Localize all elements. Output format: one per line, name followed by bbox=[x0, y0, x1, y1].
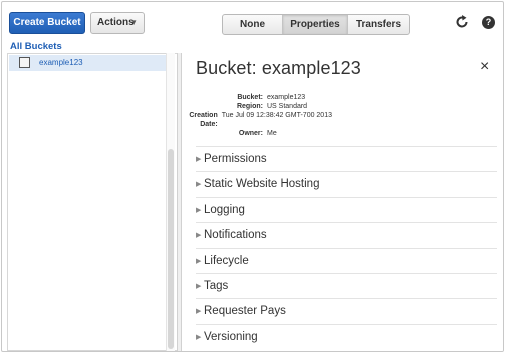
meta-value: Me bbox=[267, 130, 277, 137]
section-label: Lifecycle bbox=[204, 254, 249, 267]
triangle-right-icon: ▶ bbox=[196, 308, 202, 316]
bucket-name: example123 bbox=[39, 58, 83, 67]
properties-panel: Bucket: example123 × Bucket: example123 … bbox=[182, 53, 503, 351]
close-icon[interactable]: × bbox=[480, 58, 489, 76]
actions-dropdown-button[interactable]: Actions ▼ bbox=[90, 12, 145, 34]
bucket-icon bbox=[19, 57, 30, 68]
section-label: Notifications bbox=[204, 229, 267, 242]
meta-key: Creation Date: bbox=[189, 112, 218, 128]
bucket-metadata: Bucket: example123 Region: US Standard C… bbox=[182, 93, 332, 138]
section-label: Logging bbox=[204, 203, 245, 216]
section-label: Versioning bbox=[204, 330, 258, 343]
list-item-bucket[interactable]: example123 bbox=[9, 55, 169, 71]
meta-key: Bucket: bbox=[237, 94, 263, 101]
tab-properties[interactable]: Properties bbox=[283, 15, 348, 34]
toolbar: Create Bucket Actions ▼ None Properties … bbox=[2, 2, 503, 40]
meta-key: Owner: bbox=[238, 130, 263, 137]
triangle-right-icon: ▶ bbox=[196, 181, 202, 189]
section-label: Tags bbox=[204, 279, 229, 292]
section-versioning[interactable]: ▶ Versioning bbox=[196, 323, 497, 349]
section-label: Permissions bbox=[204, 153, 267, 165]
bucket-list: example123 bbox=[7, 53, 177, 351]
actions-label: Actions bbox=[97, 17, 134, 28]
triangle-right-icon: ▶ bbox=[196, 257, 202, 265]
section-label: Requester Pays bbox=[204, 305, 286, 318]
meta-value: example123 bbox=[267, 94, 306, 101]
meta-key: Region: bbox=[236, 103, 263, 110]
help-icon[interactable]: ? bbox=[482, 16, 495, 29]
section-notifications[interactable]: ▶ Notifications bbox=[196, 222, 497, 247]
bucket-title: Bucket: example123 bbox=[196, 58, 361, 78]
tab-transfers[interactable]: Transfers bbox=[348, 15, 409, 34]
tab-none[interactable]: None bbox=[223, 15, 283, 34]
create-bucket-button[interactable]: Create Bucket bbox=[9, 12, 85, 34]
meta-row-bucket: Bucket: example123 bbox=[182, 93, 332, 102]
section-requester-pays[interactable]: ▶ Requester Pays bbox=[196, 298, 497, 323]
meta-value: US Standard bbox=[267, 103, 308, 110]
all-buckets-breadcrumb[interactable]: All Buckets bbox=[10, 41, 62, 52]
section-lifecycle[interactable]: ▶ Lifecycle bbox=[196, 247, 497, 273]
section-label: Static Website Hosting bbox=[204, 178, 320, 191]
triangle-right-icon: ▶ bbox=[196, 206, 202, 214]
section-tags[interactable]: ▶ Tags bbox=[196, 272, 497, 298]
meta-value: Tue Jul 09 12:38:42 GMT-700 2013 bbox=[221, 112, 332, 119]
property-sections: ▶ Permissions ▶ Static Website Hosting ▶… bbox=[196, 146, 497, 349]
section-permissions[interactable]: ▶ Permissions bbox=[196, 146, 497, 171]
s3-console: Create Bucket Actions ▼ None Properties … bbox=[1, 1, 504, 352]
triangle-right-icon: ▶ bbox=[196, 232, 202, 240]
triangle-right-icon: ▶ bbox=[196, 333, 202, 341]
meta-row-region: Region: US Standard bbox=[182, 102, 332, 111]
chevron-down-icon: ▼ bbox=[130, 18, 138, 27]
refresh-icon[interactable] bbox=[454, 14, 470, 30]
section-static-website-hosting[interactable]: ▶ Static Website Hosting bbox=[196, 171, 497, 196]
bucket-list-scroll-thumb[interactable] bbox=[168, 149, 174, 349]
triangle-right-icon: ▶ bbox=[196, 282, 202, 290]
view-tabs: None Properties Transfers bbox=[222, 14, 410, 35]
section-logging[interactable]: ▶ Logging bbox=[196, 196, 497, 222]
meta-row-creation-date: Creation Date: Tue Jul 09 12:38:42 GMT-7… bbox=[182, 111, 332, 129]
meta-row-owner: Owner: Me bbox=[182, 129, 332, 138]
triangle-right-icon: ▶ bbox=[196, 156, 202, 163]
